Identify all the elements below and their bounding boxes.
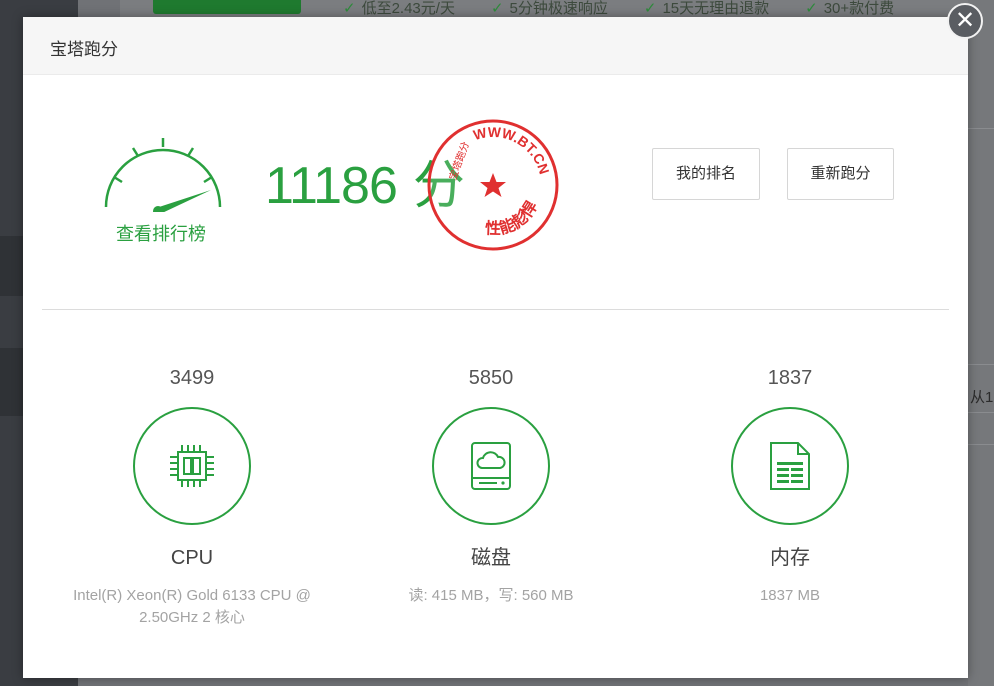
background-edge-text: 从1 <box>970 389 994 406</box>
disk-score: 5850 <box>468 367 514 389</box>
stamp-seal: WWW.BT.CN 宝塔跑分 性能彪悍 <box>427 115 563 251</box>
background-feature-list: ✓ 低至2.43元/天 ✓ 5分钟极速响应 ✓ 15天无理由退款 ✓ 30+款付费 <box>343 0 894 18</box>
my-ranking-button[interactable]: 我的排名 <box>652 148 760 200</box>
cpu-icon-circle <box>133 407 251 525</box>
cpu-label: CPU <box>170 547 214 569</box>
background-buy-button <box>153 0 301 14</box>
rerun-benchmark-button[interactable]: 重新跑分 <box>787 148 894 200</box>
disk-description: 读: 415 MB，写: 560 MB <box>408 587 574 604</box>
speedometer-icon[interactable] <box>98 132 228 212</box>
feature-item: ✓ 5分钟极速响应 <box>490 0 608 17</box>
view-leaderboard-link[interactable]: 查看排行榜 <box>116 220 206 246</box>
benchmark-dialog: 宝塔跑分 查看排行榜 11186分 WWW.BT.CN 宝塔跑分 性能彪悍 我的… <box>23 17 968 678</box>
memory-label: 内存 <box>770 547 810 569</box>
cpu-metric: 3499 CPU Intel(R) Xeon(R) Gold 6133 CPU … <box>42 365 342 629</box>
disk-label: 磁盘 <box>471 547 511 569</box>
memory-metric: 1837 内存 1837 MB <box>640 365 940 607</box>
disk-icon-circle <box>432 407 550 525</box>
score-value: 11186 <box>265 157 398 215</box>
background-right-panel: 从1 <box>968 0 994 686</box>
feature-item: ✓ 15天无理由退款 <box>643 0 770 17</box>
feature-item: ✓ 30+款付费 <box>805 0 895 17</box>
dialog-header: 宝塔跑分 <box>23 17 968 75</box>
cpu-score: 3499 <box>169 367 215 389</box>
close-icon[interactable]: ✕ <box>947 3 983 39</box>
cpu-description: Intel(R) Xeon(R) Gold 6133 CPU @ 2.50GHz… <box>73 587 311 626</box>
memory-score: 1837 <box>767 367 813 389</box>
feature-item: ✓ 低至2.43元/天 <box>343 0 455 17</box>
cloud-disk-icon <box>471 442 511 490</box>
disk-metric: 5850 磁盘 读: 415 MB，写: 560 MB <box>341 365 641 607</box>
cpu-chip-icon <box>170 445 214 487</box>
dialog-title: 宝塔跑分 <box>50 40 118 59</box>
memory-description: 1837 MB <box>759 587 821 604</box>
section-divider <box>42 309 949 310</box>
memory-icon-circle <box>731 407 849 525</box>
memory-card-icon <box>770 442 810 490</box>
